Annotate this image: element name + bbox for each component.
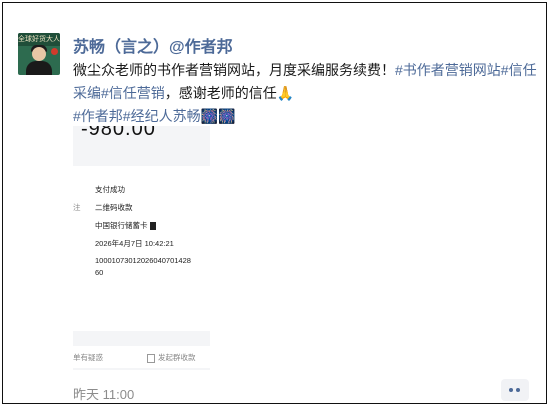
folded-hands-icon: 🙏 xyxy=(276,85,295,101)
timestamp: 昨天 11:00 xyxy=(73,387,135,402)
payment-status: 支付成功 xyxy=(95,185,125,194)
payment-method: 二维码收款 xyxy=(95,203,133,212)
payment-bank: 中国银行储蓄卡 xyxy=(95,220,156,231)
transaction-id-line1: 10001073012026040701428 xyxy=(95,256,191,265)
payment-datetime: 2026年4月7日 10:42:21 xyxy=(95,239,174,248)
more-icon[interactable] xyxy=(501,379,529,401)
moment-post: 全球好货大人物 苏畅（言之）@作者邦 微尘众老师的书作者营销网站，月度采编服务续… xyxy=(2,2,547,404)
footer-left: 单有疑惑 xyxy=(73,353,103,362)
hashtags-2[interactable]: #作者邦#经纪人苏畅 xyxy=(73,108,201,124)
more-dot xyxy=(516,388,520,392)
thanks-text: ，感谢老师的信任 xyxy=(164,85,277,101)
group-collect-icon xyxy=(147,353,155,363)
fireworks-icon: 🎆🎆 xyxy=(200,108,236,124)
post-text: 微尘众老师的书作者营销网站，月度采编服务续费！#书作者营销网站#信任采编#信任营… xyxy=(73,59,543,128)
avatar-face xyxy=(32,47,46,61)
receipt-card: 支付成功 注 二维码收款 中国银行储蓄卡 2026年4月7日 10:42:21 … xyxy=(73,166,210,331)
avatar-badge xyxy=(51,48,58,55)
more-dot xyxy=(509,388,513,392)
receipt-footer: 单有疑惑 发起群收款 xyxy=(73,346,210,368)
bank-name: 中国银行储蓄卡 xyxy=(95,221,148,230)
footer-right: 发起群收款 xyxy=(147,352,196,363)
transaction-id-line2: 60 xyxy=(95,268,104,277)
avatar-body xyxy=(26,61,52,75)
avatar[interactable]: 全球好货大人物 xyxy=(18,33,60,75)
footer-right-label: 发起群收款 xyxy=(158,353,196,362)
post-text-main: 微尘众老师的书作者营销网站，月度采编服务续费！ xyxy=(73,62,395,78)
payment-screenshot[interactable]: -980.00 支付成功 注 二维码收款 中国银行储蓄卡 2026年4月7日 1… xyxy=(73,126,210,370)
payment-amount: -980.00 xyxy=(81,126,156,140)
method-label: 注 xyxy=(73,203,81,212)
masked-digits xyxy=(149,222,156,231)
username[interactable]: 苏畅（言之）@作者邦 xyxy=(73,33,233,57)
